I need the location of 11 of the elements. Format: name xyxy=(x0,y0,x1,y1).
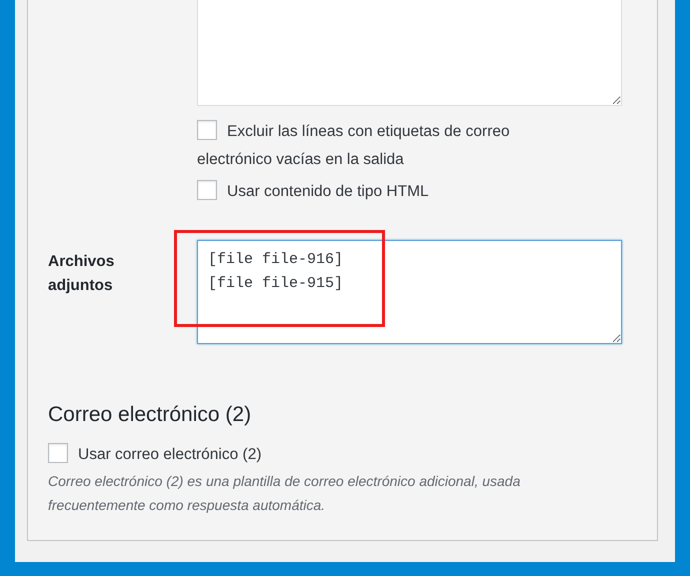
section-description: Correo electrónico (2) es una plantilla de correo electrónico adicional, usada frecuentemente como respuesta automática. xyxy=(48,472,522,515)
field-label: Archivos adjuntos xyxy=(48,252,116,296)
checkbox[interactable] xyxy=(197,120,217,140)
checkbox-label[interactable]: Usar correo electrónico (2) xyxy=(48,441,428,469)
checkbox[interactable] xyxy=(197,180,217,200)
text-area[interactable] xyxy=(197,0,622,106)
section-title: Correo electrónico (2) xyxy=(48,402,252,428)
checkbox-label[interactable]: Usar contenido de tipo HTML xyxy=(197,178,577,206)
checkbox-label[interactable]: Excluir las líneas con etiquetas de correo electrónico vacías en la salida xyxy=(197,118,577,174)
checkbox[interactable] xyxy=(48,443,68,463)
attachments-field[interactable]: [file file-916] [file file-915] xyxy=(197,240,622,344)
